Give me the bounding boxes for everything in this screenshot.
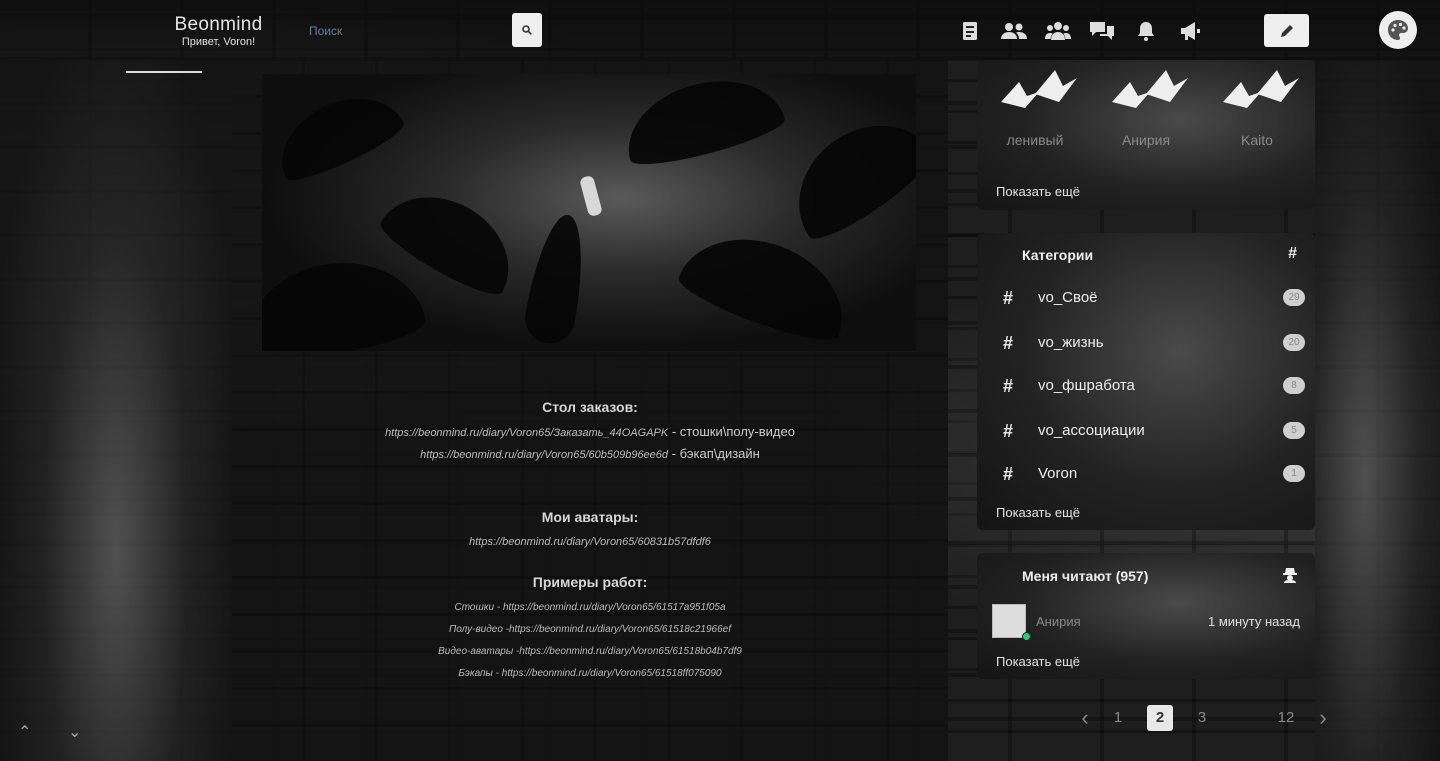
orders-title: Стол заказов: — [542, 399, 638, 415]
brand-title[interactable]: Beonmind — [171, 14, 266, 36]
categories-show-more[interactable]: Показать ещё — [996, 505, 1080, 520]
category-count-badge: 5 — [1283, 422, 1305, 439]
announcements-icon[interactable] — [1168, 18, 1212, 44]
theme-button[interactable] — [1379, 11, 1417, 49]
new-post-button[interactable] — [1264, 14, 1309, 47]
top-header: Beonmind Привет, Voron! Поиск — [0, 0, 1440, 60]
online-status-indicator — [1022, 632, 1031, 641]
reader-name[interactable]: Анирия — [1036, 614, 1081, 629]
search-button[interactable] — [512, 13, 542, 47]
notifications-icon[interactable] — [1124, 18, 1168, 44]
categories-title: Категории — [1022, 247, 1094, 263]
category-count-badge: 20 — [1283, 334, 1305, 351]
friend-name[interactable]: ленивый — [985, 132, 1085, 148]
category-count-badge: 29 — [1283, 289, 1305, 306]
order-desc-2: - бэкап\дизайн — [668, 446, 760, 461]
messages-icon[interactable] — [1080, 18, 1124, 44]
friends-show-more[interactable]: Показать ещё — [996, 184, 1080, 199]
left-background-art — [0, 60, 232, 761]
order-link-2[interactable]: https://beonmind.ru/diary/Voron65/60b509… — [420, 449, 668, 461]
right-background-art — [1315, 60, 1440, 761]
hashtag-icon: # — [1003, 376, 1014, 396]
example-line-3: Видео-аватары -https://beonmind.ru/diary… — [232, 646, 948, 657]
hashtag-icon: # — [1003, 288, 1014, 308]
pagination-prev-button[interactable]: ‹ — [1075, 705, 1095, 731]
avatars-link[interactable]: https://beonmind.ru/diary/Voron65/60831b… — [469, 536, 711, 548]
friend-name[interactable]: Анирия — [1096, 132, 1196, 148]
category-item[interactable]: # Voron 1 — [977, 456, 1315, 492]
category-item[interactable]: # vo_Своё 29 — [977, 280, 1315, 316]
crane-avatar-icon — [1112, 70, 1188, 108]
category-name[interactable]: vo_жизнь — [1038, 334, 1104, 351]
communities-icon[interactable] — [1036, 18, 1080, 44]
categories-card: Категории # # vo_Своё 29 # vo_жизнь 20 #… — [977, 233, 1315, 530]
category-name[interactable]: vo_Своё — [1038, 289, 1098, 306]
pagination: ‹ 1 2 3 12 › — [1075, 705, 1355, 731]
example-link-1[interactable]: Стошки - https://beonmind.ru/diary/Voron… — [454, 602, 725, 613]
example-line-2: Полу-видео -https://beonmind.ru/diary/Vo… — [232, 624, 948, 635]
search-icon — [522, 25, 532, 35]
hashtag-icon: # — [1288, 245, 1297, 262]
scroll-up-button[interactable]: ⌃ — [18, 722, 31, 742]
category-name[interactable]: Voron — [1038, 465, 1077, 482]
order-link-1[interactable]: https://beonmind.ru/diary/Voron65/Заказа… — [385, 427, 668, 439]
hashtag-icon: # — [1003, 421, 1014, 441]
pagination-page[interactable]: 12 — [1275, 705, 1297, 731]
category-item[interactable]: # vo_ассоциации 5 — [977, 413, 1315, 449]
brand-greeting: Привет, Voron! — [181, 36, 256, 48]
nav-active-indicator — [126, 71, 202, 73]
example-line-4: Бэкапы - https://beonmind.ru/diary/Voron… — [232, 668, 948, 679]
readers-title: Меня читают (957) — [1022, 568, 1149, 584]
order-desc-1: - стошки\полу-видео — [668, 424, 795, 439]
order-line-2: https://beonmind.ru/diary/Voron65/60b509… — [232, 446, 948, 461]
diary-icon[interactable] — [948, 18, 992, 44]
category-item[interactable]: # vo_жизнь 20 — [977, 325, 1315, 361]
friends-card: ленивый Анирия Kaito Показать ещё — [977, 60, 1315, 210]
example-link-3[interactable]: Видео-аватары -https://beonmind.ru/diary… — [438, 646, 742, 657]
hashtag-icon: # — [1003, 333, 1014, 353]
example-line-1: Стошки - https://beonmind.ru/diary/Voron… — [232, 602, 948, 613]
pagination-page[interactable]: 1 — [1111, 705, 1125, 731]
pagination-page[interactable]: 3 — [1195, 705, 1209, 731]
category-count-badge: 1 — [1283, 465, 1305, 482]
pagination-next-button[interactable]: › — [1313, 705, 1333, 731]
reader-avatar[interactable] — [992, 604, 1026, 638]
examples-title: Примеры работ: — [532, 574, 648, 590]
nav-icons — [948, 18, 1212, 44]
readers-card: Меня читают (957) Анирия 1 минуту назад … — [977, 553, 1315, 679]
brand[interactable]: Beonmind Привет, Voron! — [171, 14, 266, 48]
category-name[interactable]: vo_фшработа — [1038, 377, 1135, 394]
readers-show-more[interactable]: Показать ещё — [996, 654, 1080, 669]
crane-avatar-icon — [1001, 70, 1077, 108]
order-line-1: https://beonmind.ru/diary/Voron65/Заказа… — [232, 424, 948, 439]
example-link-2[interactable]: Полу-видео -https://beonmind.ru/diary/Vo… — [449, 624, 731, 635]
scroll-down-button[interactable]: ⌄ — [68, 722, 81, 742]
search-link[interactable]: Поиск — [309, 24, 342, 38]
category-item[interactable]: # vo_фшработа 8 — [977, 368, 1315, 404]
palette-icon — [1388, 20, 1408, 40]
pagination-current-page[interactable]: 2 — [1147, 705, 1173, 731]
crane-avatar-icon — [1223, 70, 1299, 108]
hashtag-icon: # — [1003, 464, 1014, 484]
post-banner-image — [262, 74, 916, 351]
example-link-4[interactable]: Бэкапы - https://beonmind.ru/diary/Voron… — [458, 668, 721, 679]
category-count-badge: 8 — [1283, 377, 1305, 394]
pencil-icon — [1280, 24, 1293, 37]
friends-icon[interactable] — [992, 18, 1036, 44]
friend-name[interactable]: Kaito — [1207, 132, 1307, 148]
avatars-line: https://beonmind.ru/diary/Voron65/60831b… — [232, 536, 948, 548]
avatars-title: Мои аватары: — [541, 509, 639, 525]
reader-time: 1 минуту назад — [1208, 614, 1300, 629]
spy-icon — [1283, 568, 1297, 583]
post-content: Стол заказов: https://beonmind.ru/diary/… — [232, 60, 948, 761]
category-name[interactable]: vo_ассоциации — [1038, 422, 1145, 439]
